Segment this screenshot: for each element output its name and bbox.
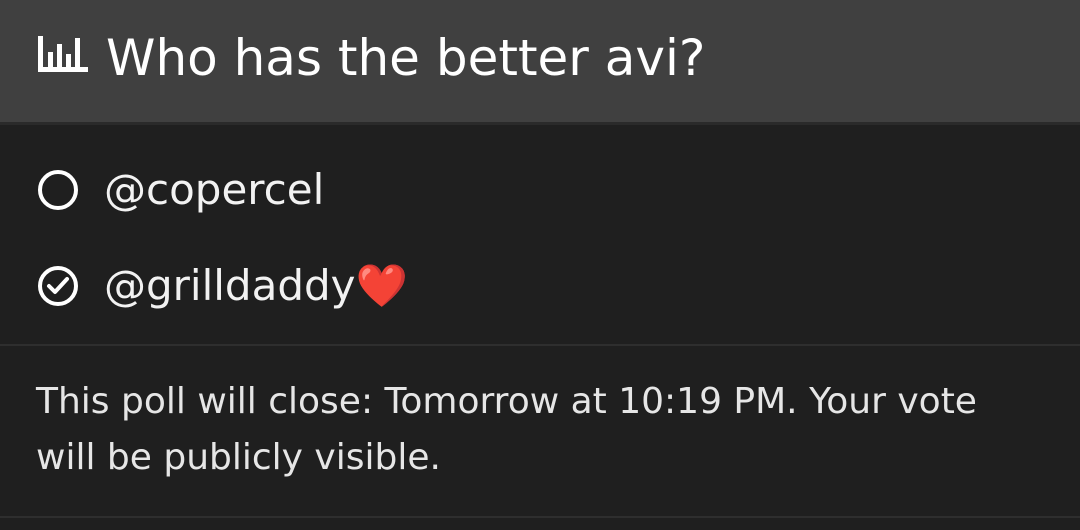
poll-chart-icon bbox=[38, 36, 88, 72]
poll-option-label: @grilldaddy❤️ bbox=[104, 261, 408, 310]
poll-title: Who has the better avi? bbox=[106, 29, 706, 87]
poll-footer-text: This poll will close: Tomorrow at 10:19 … bbox=[36, 381, 977, 478]
poll-header: Who has the better avi? bbox=[0, 0, 1080, 125]
poll-options: @copercel @grilldaddy❤️ bbox=[0, 128, 1080, 344]
radio-check-icon[interactable] bbox=[36, 264, 80, 308]
poll-option-grilldaddy[interactable]: @grilldaddy❤️ bbox=[0, 238, 1080, 334]
bottom-divider bbox=[0, 516, 1080, 518]
poll-card: Who has the better avi? @copercel @grill… bbox=[0, 0, 1080, 530]
radio-empty-icon[interactable] bbox=[36, 168, 80, 212]
divider bbox=[0, 344, 1080, 346]
poll-option-copercel[interactable]: @copercel bbox=[0, 142, 1080, 238]
poll-option-label: @copercel bbox=[104, 165, 325, 214]
